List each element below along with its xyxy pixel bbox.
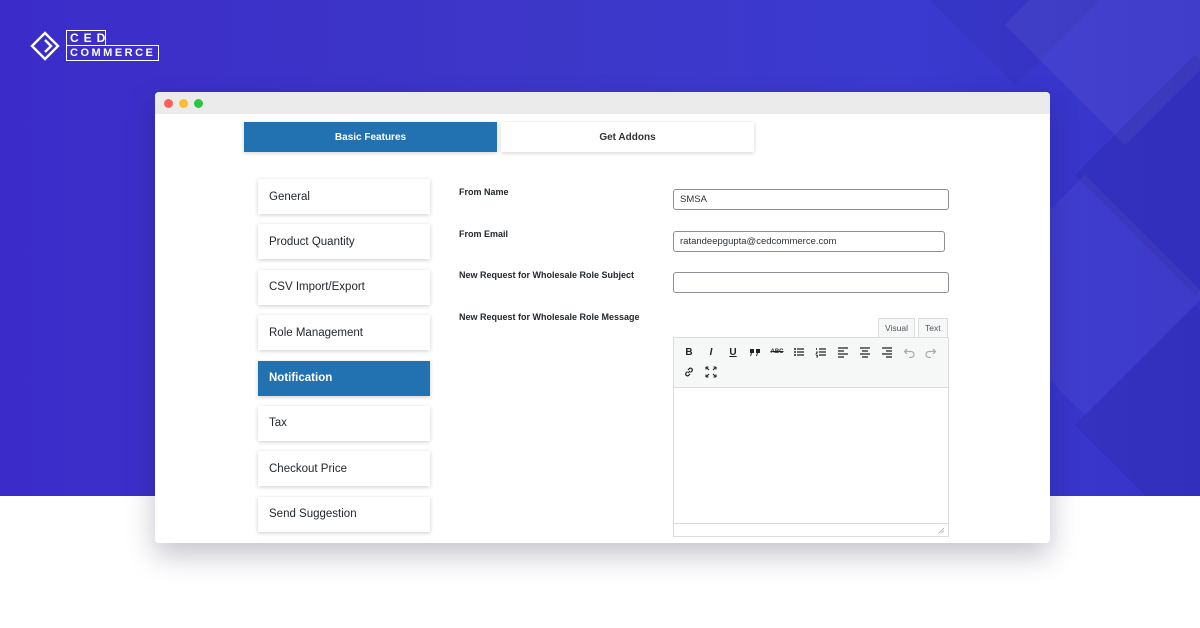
- editor-mode-tabs: Visual Text: [878, 318, 948, 337]
- browser-window: Basic Features Get Addons General Produc…: [155, 92, 1050, 543]
- sidebar-item-notification[interactable]: Notification: [258, 360, 430, 396]
- numbered-list-button[interactable]: [810, 342, 832, 362]
- italic-button[interactable]: I: [700, 342, 722, 362]
- from-email-input[interactable]: ratandeepgupta@cedcommerce.com: [673, 231, 945, 252]
- subject-input[interactable]: [673, 272, 949, 293]
- message-editor: B I U ABC: [673, 337, 949, 537]
- tab-basic-features[interactable]: Basic Features: [244, 122, 497, 152]
- from-name-input[interactable]: SMSA: [673, 189, 949, 210]
- italic-icon: I: [709, 346, 713, 358]
- undo-icon: [903, 348, 915, 358]
- bold-icon: B: [685, 346, 693, 358]
- align-left-button[interactable]: [832, 342, 854, 362]
- align-center-icon: [860, 347, 870, 358]
- minimize-window-dot[interactable]: [179, 98, 188, 108]
- underline-button[interactable]: U: [722, 342, 744, 362]
- editor-toolbar: B I U ABC: [674, 338, 948, 388]
- sidebar-item-general[interactable]: General: [258, 179, 430, 214]
- editor-statusbar: [674, 523, 948, 536]
- from-name-label: From Name: [459, 187, 509, 197]
- settings-sidebar: General Product Quantity CSV Import/Expo…: [258, 179, 430, 542]
- maximize-window-dot[interactable]: [194, 98, 203, 108]
- bullet-list-icon: [794, 348, 804, 356]
- message-label: New Request for Wholesale Role Message: [459, 312, 640, 322]
- undo-button[interactable]: [898, 342, 920, 362]
- sidebar-item-send-suggestion[interactable]: Send Suggestion: [258, 496, 430, 532]
- subject-label: New Request for Wholesale Role Subject: [459, 270, 635, 280]
- fullscreen-icon: [705, 366, 717, 378]
- tab-visual[interactable]: Visual: [878, 318, 915, 337]
- sidebar-item-csv-import-export[interactable]: CSV Import/Export: [258, 269, 430, 305]
- blockquote-button[interactable]: [744, 342, 766, 362]
- logo-text-commerce: COMMERCE: [66, 45, 160, 61]
- align-right-button[interactable]: [876, 342, 898, 362]
- from-email-label: From Email: [459, 229, 509, 239]
- align-left-icon: [838, 347, 848, 358]
- fullscreen-button[interactable]: [700, 362, 722, 382]
- tab-text[interactable]: Text: [918, 318, 948, 337]
- blockquote-icon: [750, 349, 760, 356]
- sidebar-item-tax[interactable]: Tax: [258, 405, 430, 441]
- sidebar-item-product-quantity[interactable]: Product Quantity: [258, 224, 430, 260]
- resize-handle-icon[interactable]: [938, 527, 945, 534]
- underline-icon: U: [729, 346, 737, 358]
- tab-get-addons[interactable]: Get Addons: [501, 122, 754, 152]
- bullet-list-button[interactable]: [788, 342, 810, 362]
- redo-button[interactable]: [920, 342, 942, 362]
- close-window-dot[interactable]: [164, 98, 173, 108]
- cedcommerce-logo: CED COMMERCE: [30, 30, 160, 61]
- window-titlebar: [155, 92, 1050, 114]
- settings-tabs: Basic Features Get Addons: [244, 122, 754, 152]
- strikethrough-button[interactable]: ABC: [766, 342, 788, 362]
- numbered-list-icon: [815, 348, 826, 358]
- editor-content-area[interactable]: [674, 388, 948, 523]
- logo-text-ced: CED: [66, 30, 106, 45]
- align-center-button[interactable]: [854, 342, 876, 362]
- align-right-icon: [882, 347, 892, 358]
- link-icon: [685, 367, 693, 377]
- logo-mark-icon: [30, 30, 60, 61]
- redo-icon: [925, 348, 937, 358]
- bold-button[interactable]: B: [678, 342, 700, 362]
- sidebar-item-role-management[interactable]: Role Management: [258, 315, 430, 351]
- sidebar-item-checkout-price[interactable]: Checkout Price: [258, 451, 430, 487]
- strikethrough-icon: ABC: [770, 349, 784, 355]
- insert-link-button[interactable]: [678, 362, 700, 382]
